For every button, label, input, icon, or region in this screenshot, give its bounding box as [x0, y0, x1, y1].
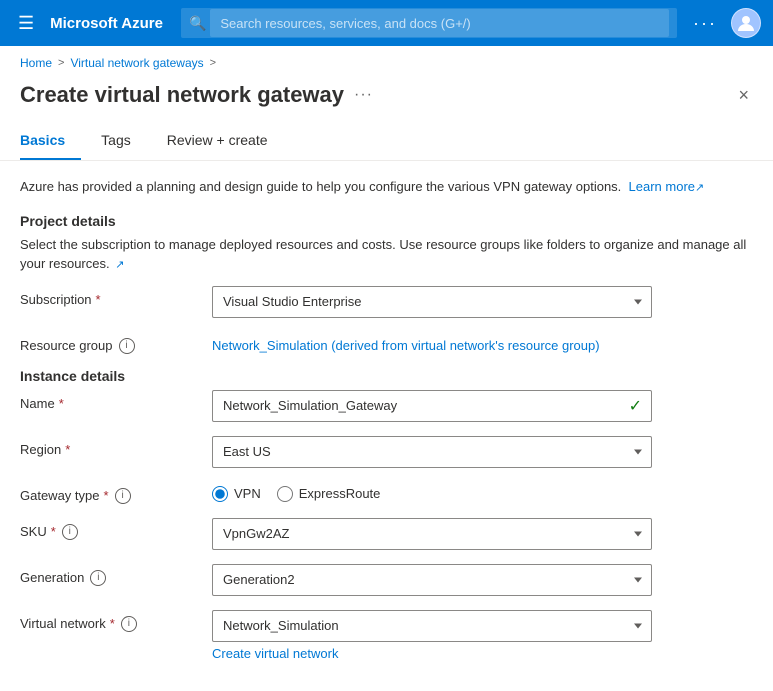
region-label: Region * [20, 436, 200, 457]
gateway-type-label: Gateway type * i [20, 482, 200, 504]
project-desc-ext-icon: ↗ [115, 259, 124, 271]
gateway-type-expressroute-label: ExpressRoute [299, 486, 381, 501]
virtual-network-select[interactable]: Network_Simulation [212, 610, 652, 642]
gateway-type-vpn-radio[interactable] [212, 486, 228, 502]
gateway-type-required-star: * [104, 488, 109, 503]
virtual-network-required-star: * [110, 616, 115, 631]
resource-group-value: Network_Simulation (derived from virtual… [212, 332, 753, 353]
hamburger-menu-button[interactable]: ☰ [12, 9, 40, 38]
name-checkmark-icon: ✓ [629, 396, 642, 416]
breadcrumb-separator-1: > [58, 57, 64, 69]
subscription-select[interactable]: Visual Studio Enterprise [212, 286, 652, 318]
sku-row: SKU * i VpnGw2AZ [20, 518, 753, 550]
region-select-wrap: East US [212, 436, 652, 468]
breadcrumb-virtual-network-gateways-link[interactable]: Virtual network gateways [70, 56, 203, 70]
gateway-type-radio-group: VPN ExpressRoute [212, 482, 753, 502]
header-more-button[interactable]: ··· [354, 86, 373, 104]
learn-more-ext-icon: ↗ [695, 182, 704, 194]
breadcrumb: Home > Virtual network gateways > [0, 46, 773, 74]
name-label: Name * [20, 390, 200, 411]
learn-more-link[interactable]: Learn more [629, 179, 695, 194]
close-button[interactable]: × [734, 82, 753, 108]
sku-label: SKU * i [20, 518, 200, 540]
azure-logo-title: Microsoft Azure [50, 15, 163, 32]
subscription-row: Subscription * Visual Studio Enterprise [20, 286, 753, 318]
generation-info-icon[interactable]: i [90, 570, 106, 586]
sku-select[interactable]: VpnGw2AZ [212, 518, 652, 550]
name-control: ✓ [212, 390, 753, 422]
project-details-description: Select the subscription to manage deploy… [20, 235, 753, 274]
generation-control: Generation2 [212, 564, 753, 596]
breadcrumb-home-link[interactable]: Home [20, 56, 52, 70]
page-header: Create virtual network gateway ··· × [0, 74, 773, 108]
nav-right-controls: ··· [687, 8, 761, 38]
tab-tags[interactable]: Tags [101, 124, 147, 160]
resource-group-info-icon[interactable]: i [119, 338, 135, 354]
main-container: Home > Virtual network gateways > Create… [0, 46, 773, 691]
name-input-wrap: ✓ [212, 390, 652, 422]
resource-group-row: Resource group i Network_Simulation (der… [20, 332, 753, 354]
nav-more-button[interactable]: ··· [687, 9, 723, 38]
sku-info-icon[interactable]: i [62, 524, 78, 540]
gateway-type-info-icon[interactable]: i [115, 488, 131, 504]
name-row: Name * ✓ [20, 390, 753, 422]
user-avatar[interactable] [731, 8, 761, 38]
gateway-type-vpn-label: VPN [234, 486, 261, 501]
search-bar[interactable]: 🔍 [181, 8, 677, 38]
info-banner-text: Azure has provided a planning and design… [20, 179, 621, 194]
gateway-type-control: VPN ExpressRoute [212, 482, 753, 502]
project-details-title: Project details [20, 213, 753, 229]
info-banner: Azure has provided a planning and design… [20, 177, 753, 197]
region-select[interactable]: East US [212, 436, 652, 468]
generation-select-wrap: Generation2 [212, 564, 652, 596]
subscription-select-wrap: Visual Studio Enterprise [212, 286, 652, 318]
region-required-star: * [65, 442, 70, 457]
generation-label: Generation i [20, 564, 200, 586]
name-required-star: * [59, 396, 64, 411]
gateway-type-row: Gateway type * i VPN ExpressRoute [20, 482, 753, 504]
gateway-type-expressroute-option[interactable]: ExpressRoute [277, 486, 381, 502]
region-row: Region * East US [20, 436, 753, 468]
top-navigation: ☰ Microsoft Azure 🔍 ··· [0, 0, 773, 46]
gateway-type-expressroute-radio[interactable] [277, 486, 293, 502]
resource-group-label: Resource group i [20, 332, 200, 354]
create-virtual-network-link[interactable]: Create virtual network [212, 646, 753, 661]
tabs-container: Basics Tags Review + create [0, 108, 773, 161]
virtual-network-label: Virtual network * i [20, 610, 200, 632]
tab-basics[interactable]: Basics [20, 124, 81, 160]
instance-details-title: Instance details [20, 368, 753, 384]
form-content: Azure has provided a planning and design… [0, 161, 773, 691]
generation-select[interactable]: Generation2 [212, 564, 652, 596]
gateway-type-vpn-option[interactable]: VPN [212, 486, 261, 502]
virtual-network-control: Network_Simulation Create virtual networ… [212, 610, 753, 661]
subscription-required-star: * [96, 292, 101, 307]
name-input[interactable] [212, 390, 652, 422]
sku-control: VpnGw2AZ [212, 518, 753, 550]
virtual-network-row: Virtual network * i Network_Simulation C… [20, 610, 753, 661]
virtual-network-info-icon[interactable]: i [121, 616, 137, 632]
search-icon: 🔍 [189, 15, 206, 32]
breadcrumb-separator-2: > [210, 57, 216, 69]
region-control: East US [212, 436, 753, 468]
resource-group-control: Network_Simulation (derived from virtual… [212, 332, 753, 353]
sku-select-wrap: VpnGw2AZ [212, 518, 652, 550]
sku-required-star: * [51, 524, 56, 539]
virtual-network-select-wrap: Network_Simulation [212, 610, 652, 642]
search-input[interactable] [210, 9, 669, 37]
tab-review-create[interactable]: Review + create [167, 124, 284, 160]
subscription-label: Subscription * [20, 286, 200, 307]
page-title: Create virtual network gateway [20, 82, 344, 108]
generation-row: Generation i Generation2 [20, 564, 753, 596]
subscription-control: Visual Studio Enterprise [212, 286, 753, 318]
